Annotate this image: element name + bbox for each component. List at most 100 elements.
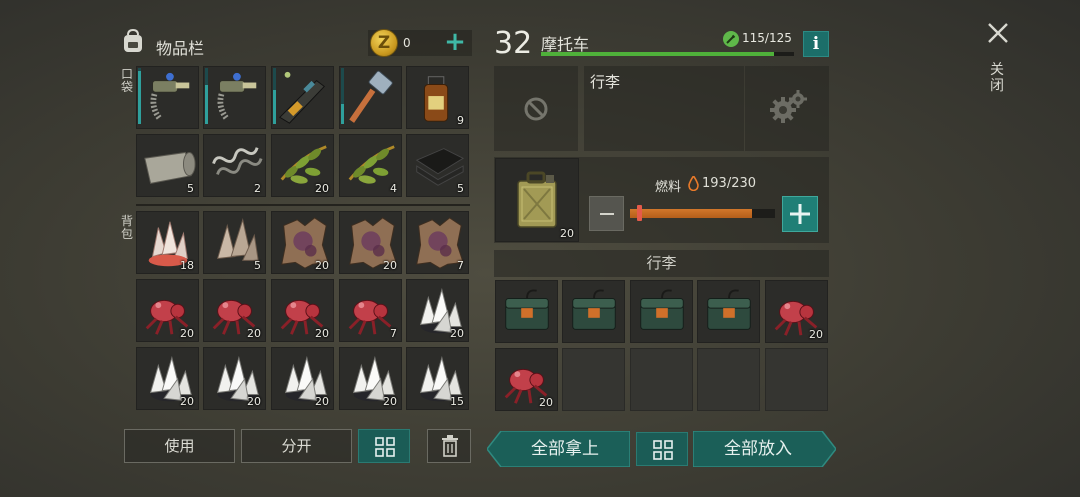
item-count: 20 (809, 328, 823, 341)
trunk-slot[interactable] (630, 280, 693, 343)
inventory-slot[interactable]: 7 (339, 279, 402, 342)
item-count: 15 (450, 395, 464, 408)
vehicle-equipment-slot[interactable] (494, 66, 578, 151)
fuel-slider[interactable] (630, 209, 775, 218)
inventory-slot[interactable]: 5 (136, 134, 199, 197)
inventory-slot[interactable] (339, 66, 402, 129)
fuel-can-slot[interactable]: 20 (495, 158, 579, 242)
inventory-slot[interactable]: 20 (339, 211, 402, 274)
add-coins-button[interactable]: + (444, 29, 466, 56)
flame-icon (688, 176, 699, 191)
item-count: 20 (247, 395, 261, 408)
wrench-icon (723, 31, 739, 47)
trunk-slot[interactable]: 20 (765, 280, 828, 343)
trunk-slot[interactable] (562, 280, 625, 343)
inventory-slot[interactable] (136, 66, 199, 129)
trunk-slot[interactable] (495, 280, 558, 343)
item-count: 5 (457, 182, 464, 195)
item-count: 20 (539, 396, 553, 409)
gears-icon (770, 90, 807, 123)
item-count: 2 (254, 182, 261, 195)
item-count: 20 (315, 182, 329, 195)
put-all-button[interactable]: 全部放入 (693, 431, 823, 467)
inventory-title: 物品栏 (156, 39, 205, 58)
inventory-slot[interactable]: 20 (136, 279, 199, 342)
inventory-slot[interactable]: 20 (136, 347, 199, 410)
inventory-slot[interactable]: 2 (203, 134, 266, 197)
inventory-slot[interactable]: 20 (339, 347, 402, 410)
vehicle-durability-text: 115/125 (742, 31, 792, 45)
fuel-can-count: 20 (560, 227, 574, 240)
item-count: 5 (187, 182, 194, 195)
fuel-slider-handle[interactable] (637, 205, 642, 221)
trash-icon (442, 435, 458, 457)
vehicle-durability-bar (541, 52, 794, 56)
inventory-slot[interactable]: 4 (339, 134, 402, 197)
pocket-label: 口袋 (120, 67, 133, 94)
trunk-header: 行李 (494, 250, 829, 277)
inventory-slot[interactable]: 5 (406, 134, 469, 197)
use-button[interactable]: 使用 (124, 429, 235, 463)
item-count: 20 (315, 395, 329, 408)
inventory-slot[interactable]: 15 (406, 347, 469, 410)
inventory-slot[interactable]: 20 (271, 134, 334, 197)
pipe-wrench-tool-icon (150, 72, 190, 122)
item-count: 20 (315, 327, 329, 340)
jerrycan-icon (517, 171, 557, 228)
item-count: 20 (315, 259, 329, 272)
trunk-title: 行李 (590, 73, 621, 91)
item-durability-bar (205, 68, 208, 124)
item-count: 20 (180, 327, 194, 340)
fuel-decrease-button[interactable] (589, 196, 624, 231)
inventory-slot[interactable]: 18 (136, 211, 199, 274)
trash-button[interactable] (427, 429, 471, 463)
trunk-slot-empty[interactable] (765, 348, 828, 411)
inventory-slot[interactable]: 9 (406, 66, 469, 129)
sort-button[interactable] (358, 429, 410, 463)
info-button[interactable]: i (803, 31, 829, 57)
inventory-slot[interactable]: 20 (203, 279, 266, 342)
inventory-slot[interactable]: 7 (406, 211, 469, 274)
ammo-crate-icon (505, 289, 549, 330)
trunk-slot-empty[interactable] (630, 348, 693, 411)
close-icon[interactable] (985, 20, 1011, 46)
split-button[interactable]: 分开 (241, 429, 352, 463)
ammo-crate-icon (707, 289, 751, 330)
inventory-slot[interactable]: 20 (271, 279, 334, 342)
assault-rifle-icon (279, 71, 325, 124)
inventory-slot[interactable] (271, 66, 334, 129)
take-all-button[interactable]: 全部拿上 (500, 431, 630, 467)
ammo-crate-icon (572, 289, 616, 330)
trunk-slot[interactable]: 20 (495, 348, 558, 411)
inventory-slot[interactable]: 20 (271, 211, 334, 274)
coin-count: 0 (403, 36, 411, 50)
item-count: 20 (247, 327, 261, 340)
plus-icon (790, 204, 810, 224)
fuel-label: 燃料 (655, 180, 682, 195)
close-button[interactable]: 关闭 (989, 62, 1005, 94)
coin-icon: Z (370, 29, 398, 57)
trunk-slot-empty[interactable] (562, 348, 625, 411)
item-count: 20 (180, 395, 194, 408)
trunk-sort-button[interactable] (636, 432, 688, 466)
vehicle-settings-button[interactable] (745, 66, 829, 151)
pocket-backpack-divider (136, 204, 470, 206)
grid-sort-icon (653, 440, 673, 460)
item-durability-bar (273, 68, 276, 124)
grid-sort-icon (375, 437, 395, 457)
inventory-slot[interactable]: 5 (203, 211, 266, 274)
no-entry-icon (524, 97, 548, 121)
inventory-slot[interactable] (203, 66, 266, 129)
inventory-slot[interactable]: 20 (271, 347, 334, 410)
item-durability-bar (341, 68, 344, 124)
inventory-slot[interactable]: 20 (203, 347, 266, 410)
fuel-text: 193/230 (702, 176, 757, 191)
fuel-increase-button[interactable] (782, 196, 818, 232)
inventory-slot[interactable]: 20 (406, 279, 469, 342)
item-count: 20 (383, 259, 397, 272)
backpack-label: 背包 (120, 214, 133, 241)
backpack-icon (124, 28, 142, 52)
item-count: 7 (390, 327, 397, 340)
trunk-slot[interactable] (697, 280, 760, 343)
trunk-slot-empty[interactable] (697, 348, 760, 411)
